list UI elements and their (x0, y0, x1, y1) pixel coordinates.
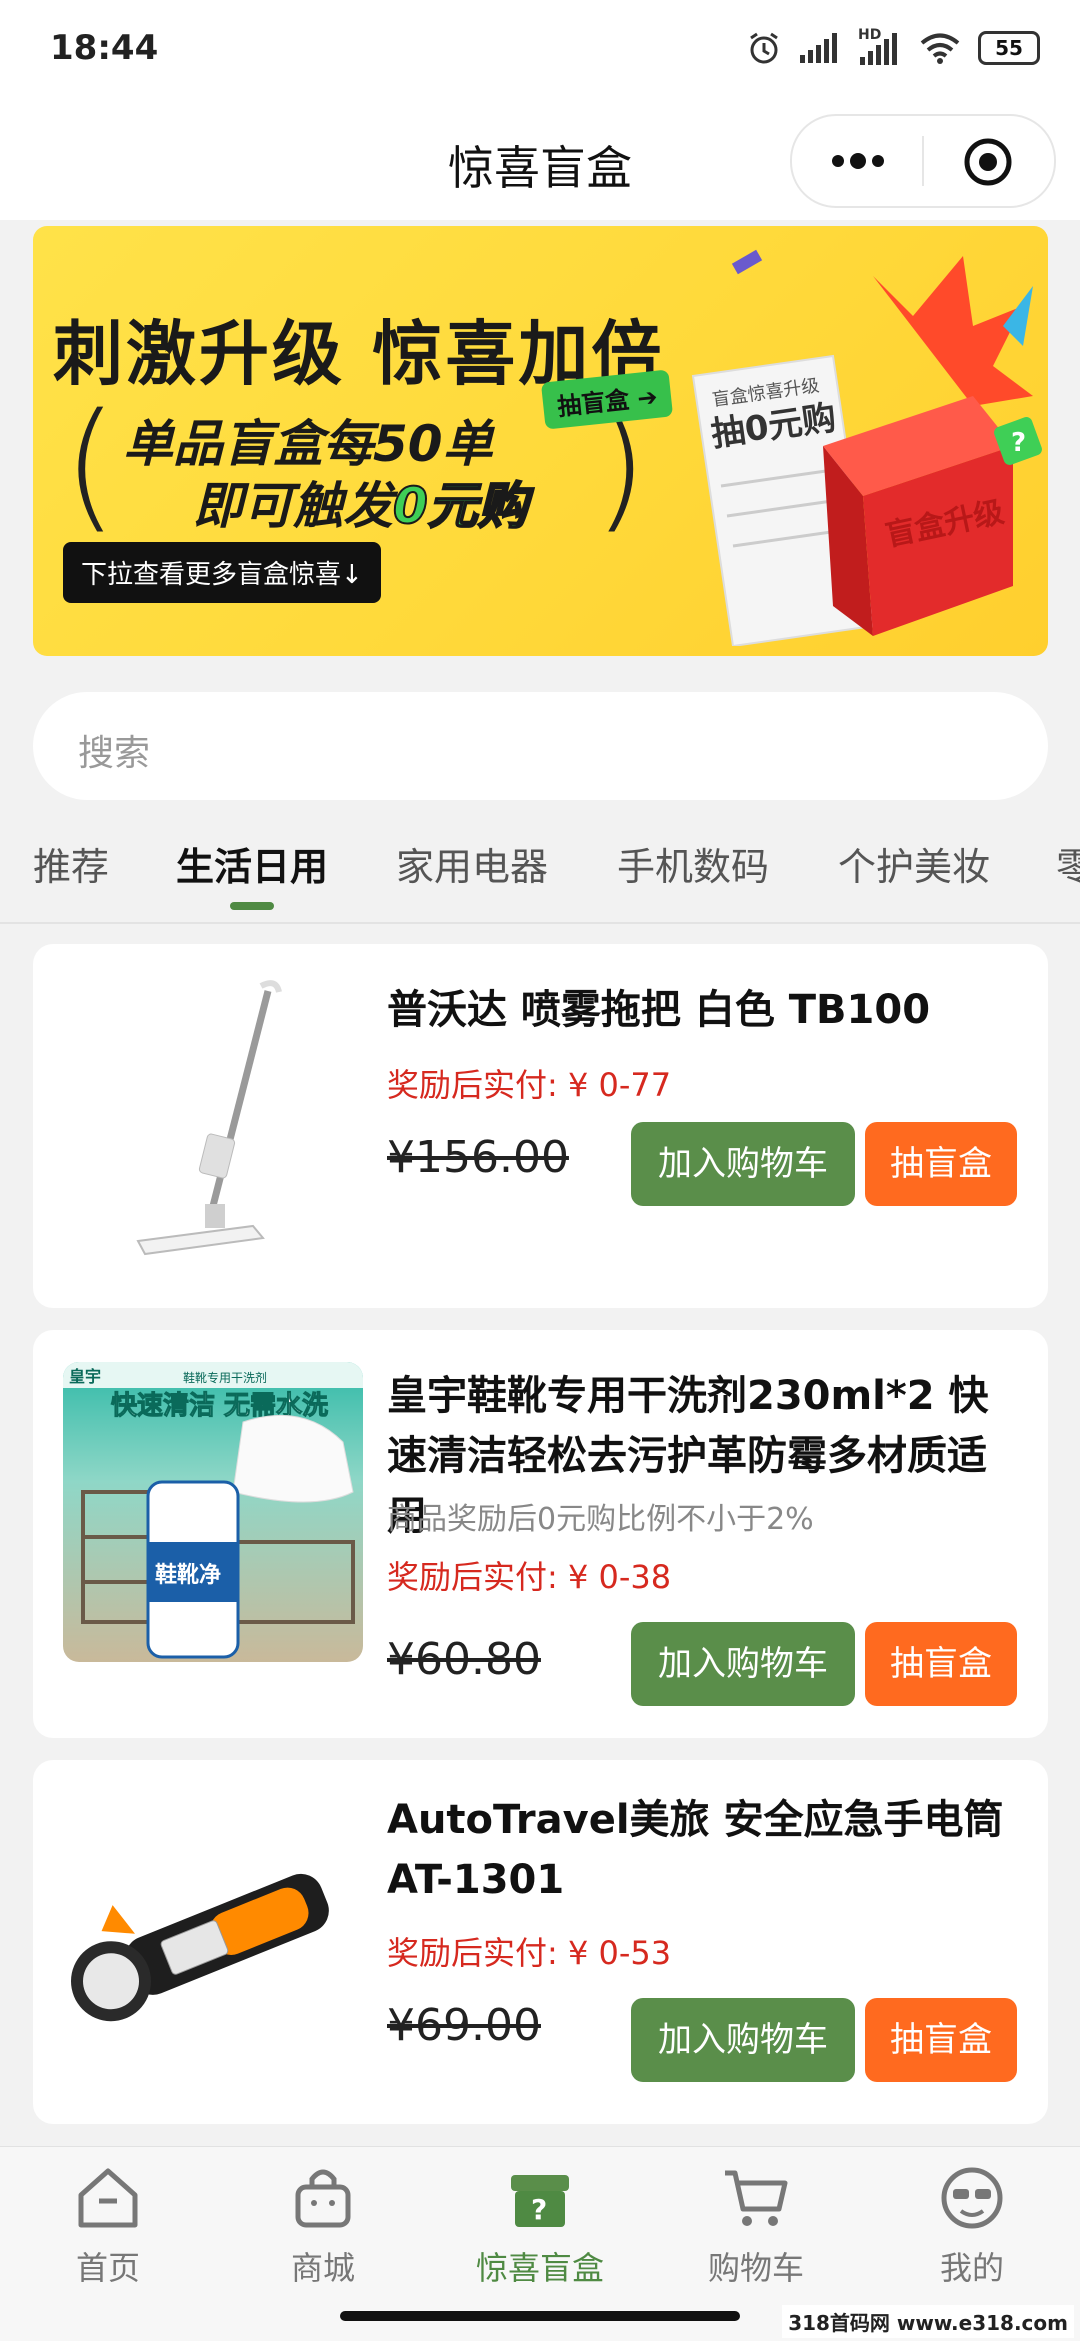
hd-label: HD (858, 27, 882, 43)
status-time: 18:44 (50, 28, 159, 68)
nav-label-profile: 我的 (939, 2249, 1004, 2287)
draw-blind-box-button[interactable]: 抽盲盒 (865, 1122, 1017, 1206)
more-icon[interactable] (828, 142, 888, 180)
category-tabs: 推荐 生活日用 家用电器 手机数码 个护美妆 零 (0, 820, 1080, 920)
product-reward-price: 奖励后实付: ¥ 0-53 (387, 1934, 672, 1972)
nav-item-mystery-box[interactable]: ? 惊喜盲盒 (465, 2163, 615, 2289)
hd-signal-icon: HD (858, 27, 902, 65)
product-name[interactable]: 普沃达 喷雾拖把 白色 TB100 (387, 980, 1018, 1040)
capsule-divider (922, 136, 924, 186)
svg-text:?: ? (1011, 428, 1026, 458)
product-image-caption: 鞋靴专用干洗剂 (183, 1370, 267, 1385)
status-bar: 18:44 HD 55 (0, 0, 1080, 100)
search-input[interactable]: 搜索 (33, 692, 1048, 800)
home-indicator (340, 2311, 740, 2321)
nav-item-profile[interactable]: 我的 (897, 2163, 1047, 2289)
draw-blind-box-button[interactable]: 抽盲盒 (865, 1622, 1017, 1706)
banner-line-3: 即可触发0元购 (193, 466, 529, 538)
tab-active-indicator (230, 902, 274, 910)
add-to-cart-button[interactable]: 加入购物车 (631, 1122, 855, 1206)
nav-label-mystery-box: 惊喜盲盒 (475, 2249, 604, 2287)
battery-indicator: 55 (978, 31, 1040, 65)
tab-daily-use[interactable]: 生活日用 (176, 836, 328, 891)
cart-icon (725, 2170, 788, 2226)
title-bar: 惊喜盲盒 (0, 100, 1080, 220)
banner-cta[interactable]: 下拉查看更多盲盒惊喜↓ (63, 542, 381, 603)
product-reward-price: 奖励后实付: ¥ 0-77 (387, 1066, 672, 1104)
tab-beauty[interactable]: 个护美妆 (838, 836, 990, 891)
nav-label-mall: 商城 (290, 2249, 355, 2287)
product-reward-price: 奖励后实付: ¥ 0-38 (387, 1558, 672, 1596)
tab-recommend[interactable]: 推荐 (33, 836, 109, 891)
bag-icon (295, 2169, 351, 2228)
banner-zero-purchase: 0元购 (392, 476, 529, 536)
product-card[interactable]: AutoTravel美旅 安全应急手电筒 AT-1301 奖励后实付: ¥ 0-… (33, 1760, 1048, 2124)
nav-item-mall[interactable]: 商城 (248, 2163, 398, 2289)
mini-program-capsule (790, 114, 1056, 208)
nav-label-home: 首页 (75, 2249, 140, 2287)
signal-icon (800, 33, 837, 63)
product-subtitle: 商品奖励后0元购比例不小于2% (387, 1502, 814, 1537)
tab-more[interactable]: 零 (1056, 836, 1080, 891)
product-original-price: ¥60.80 (387, 1634, 541, 1685)
tab-appliances[interactable]: 家用电器 (396, 836, 548, 891)
product-image-shoe-cleaner: 皇宇 鞋靴专用干洗剂 快速清洁 无需水洗 鞋靴净 (63, 1362, 363, 1662)
product-image-flashlight (63, 1790, 363, 2090)
svg-text:?: ? (531, 2193, 547, 2226)
close-target-icon[interactable] (962, 136, 1014, 188)
product-image-brand: 皇宇 (69, 1367, 101, 1386)
nav-item-cart[interactable]: 购物车 (681, 2163, 831, 2289)
wifi-icon (920, 33, 960, 64)
status-icons: HD 55 (746, 27, 1040, 66)
product-original-price: ¥69.00 (387, 2000, 541, 2051)
mystery-box-icon: ? (511, 2175, 569, 2227)
promo-banner[interactable]: 刺激升级 惊喜加倍 ( 单品盲盒每50单 即可触发0元购 ) 抽盲盒 ➔ 下拉查… (33, 226, 1048, 656)
home-icon (78, 2168, 138, 2228)
gift-box-illustration: 盲盒惊喜升级 抽0元购 盲盒升级 ? (691, 249, 1042, 646)
watermark: 318首码网 www.e318.com (782, 2305, 1074, 2338)
tabs-divider (0, 922, 1080, 924)
add-to-cart-button[interactable]: 加入购物车 (631, 1622, 855, 1706)
nav-label-cart: 购物车 (707, 2249, 804, 2287)
draw-blind-box-button[interactable]: 抽盲盒 (865, 1998, 1017, 2082)
product-card[interactable]: 普沃达 喷雾拖把 白色 TB100 奖励后实付: ¥ 0-77 ¥156.00 … (33, 944, 1048, 1308)
tab-digital[interactable]: 手机数码 (617, 836, 769, 891)
product-name[interactable]: AutoTravel美旅 安全应急手电筒 AT-1301 (387, 1790, 1018, 1910)
alarm-icon (750, 32, 778, 64)
banner-draw-tag-label: 抽盲盒 (556, 385, 631, 422)
product-image-mop (63, 976, 363, 1276)
product-image-can-label: 鞋靴净 (155, 1562, 221, 1588)
battery-level: 55 (995, 36, 1023, 60)
banner-line-3-prefix: 即可触发 (193, 477, 393, 535)
nav-item-home[interactable]: 首页 (33, 2163, 183, 2289)
product-card[interactable]: 皇宇 鞋靴专用干洗剂 快速清洁 无需水洗 鞋靴净 皇宇鞋靴专用干洗剂230ml*… (33, 1330, 1048, 1738)
add-to-cart-button[interactable]: 加入购物车 (631, 1998, 855, 2082)
product-original-price: ¥156.00 (387, 1132, 569, 1183)
profile-icon (941, 2167, 1003, 2229)
search-placeholder: 搜索 (78, 733, 151, 774)
banner-paren-left: ( (63, 384, 118, 547)
